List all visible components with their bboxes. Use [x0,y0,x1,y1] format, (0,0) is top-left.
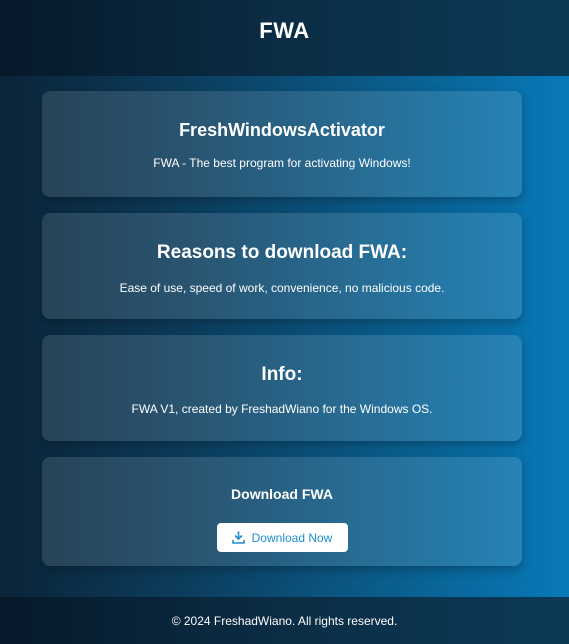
page-title: FWA [259,18,310,43]
card-text: Ease of use, speed of work, convenience,… [119,281,445,295]
card-title: Reasons to download FWA: [156,242,408,263]
card-download: Download FWA Download Now [42,457,522,566]
download-now-button[interactable]: Download Now [216,523,348,552]
card-text: FWA V1, created by FreshadWiano for the … [131,402,433,416]
card-reasons: Reasons to download FWA: Ease of use, sp… [42,213,522,319]
card-title: Info: [261,364,303,385]
footer-copyright: © 2024 FreshadWiano. All rights reserved… [171,613,398,628]
card-info: Info: FWA V1, created by FreshadWiano fo… [42,335,522,441]
download-icon [231,531,245,544]
card-text: FWA - The best program for activating Wi… [153,156,411,170]
download-title: Download FWA [231,486,333,502]
page-footer: © 2024 FreshadWiano. All rights reserved… [0,597,569,644]
card-title: FreshWindowsActivator [179,120,385,140]
page-header: FWA [0,0,569,76]
card-about: FreshWindowsActivator FWA - The best pro… [42,91,522,197]
download-button-label: Download Now [251,530,333,545]
